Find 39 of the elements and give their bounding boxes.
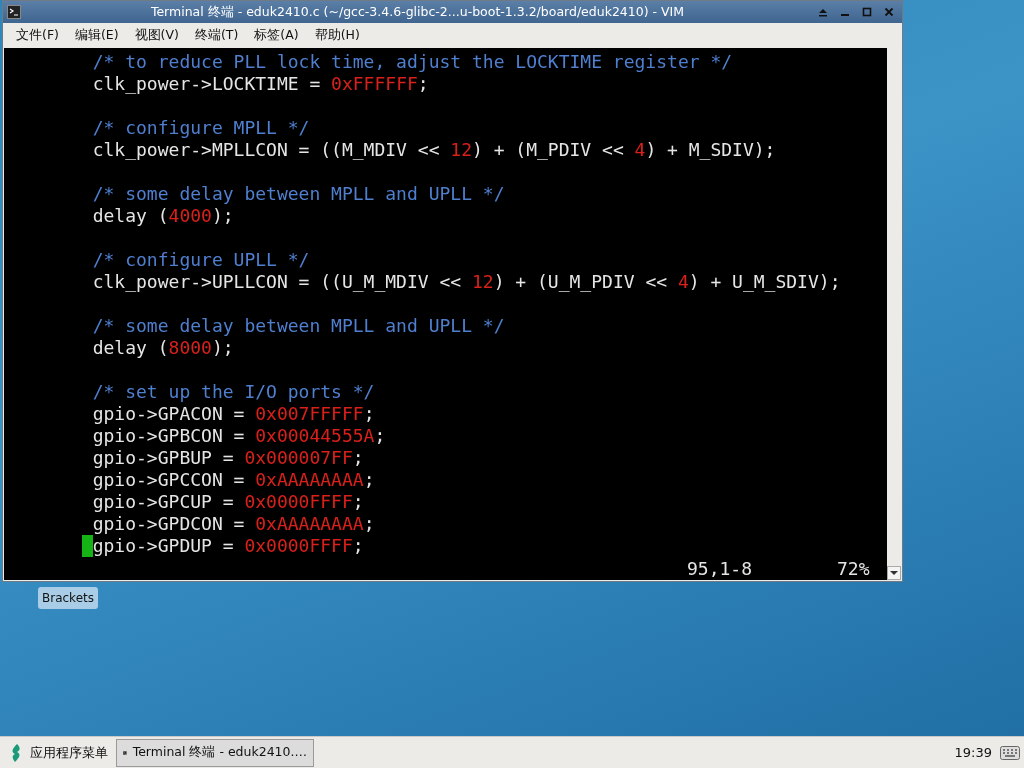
- code-line: delay (8000);: [91, 337, 235, 359]
- maximize-icon: [862, 7, 872, 17]
- code-line: /* configure UPLL */: [91, 249, 311, 271]
- menu-item[interactable]: 标签(A): [247, 25, 306, 46]
- code-line: /* some delay between MPLL and UPLL */: [91, 183, 506, 205]
- code-line: /* some delay between MPLL and UPLL */: [91, 315, 506, 337]
- code-line: gpio->GPBCON = 0x00044555A;: [91, 425, 387, 447]
- code-line: delay (4000);: [91, 205, 235, 227]
- minimize-icon: [840, 14, 850, 16]
- code-line: clk_power->UPLLCON = ((U_M_MDIV << 12) + (U_M_PDIV << 4) + U_M_SDIV);: [91, 271, 842, 293]
- code-line: /* set up the I/O ports */: [91, 381, 376, 403]
- app-menu-button[interactable]: 应用程序菜单: [10, 743, 108, 762]
- eject-icon: [818, 7, 828, 17]
- code-line: clk_power->LOCKTIME = 0xFFFFFF;: [91, 73, 430, 95]
- menu-item[interactable]: 视图(V): [127, 25, 186, 46]
- code-line: gpio->GPCCON = 0xAAAAAAAA;: [91, 469, 376, 491]
- scroll-down-button[interactable]: [887, 566, 901, 580]
- code-line: gpio->GPBUP = 0x000007FF;: [91, 447, 365, 469]
- cursor-position: 95,1-8: [687, 558, 754, 580]
- menu-item[interactable]: 终端(T): [187, 25, 246, 46]
- code-line: gpio->GPDUP = 0x0000FFFF;: [6, 535, 887, 557]
- code-line: /* configure MPLL */: [91, 117, 311, 139]
- code-line: gpio->GPCUP = 0x0000FFFF;: [91, 491, 365, 513]
- caret-down-icon: [890, 570, 898, 576]
- code-line: /* to reduce PLL lock time, adjust the LOCKTIME register */: [91, 51, 734, 73]
- window-title: Terminal 终端 - eduk2410.c (~/gcc-3.4.6-glibc-2...u-boot-1.3.2/board/eduk2410) - VIM: [149, 3, 686, 21]
- code-line: gpio->GPACON = 0x007FFFFF;: [91, 403, 376, 425]
- code-line: gpio->GPDCON = 0xAAAAAAAA;: [91, 513, 376, 535]
- scroll-percent: 72%: [837, 558, 870, 580]
- menu-item[interactable]: 编辑(E): [67, 25, 126, 46]
- menu-item[interactable]: 帮助(H): [307, 25, 367, 46]
- keyboard-icon[interactable]: [1000, 745, 1020, 760]
- leaf-icon: [10, 743, 22, 762]
- taskbar-window-button[interactable]: Terminal 终端 - eduk2410.…: [116, 738, 314, 767]
- menu-item[interactable]: 文件(F): [9, 25, 66, 46]
- desktop-icon-label[interactable]: Brackets: [38, 587, 98, 609]
- close-icon: [884, 7, 894, 17]
- clock: 19:39: [954, 745, 992, 760]
- code-line: clk_power->MPLLCON = ((M_MDIV << 12) + (M_PDIV << 4) + M_SDIV);: [91, 139, 777, 161]
